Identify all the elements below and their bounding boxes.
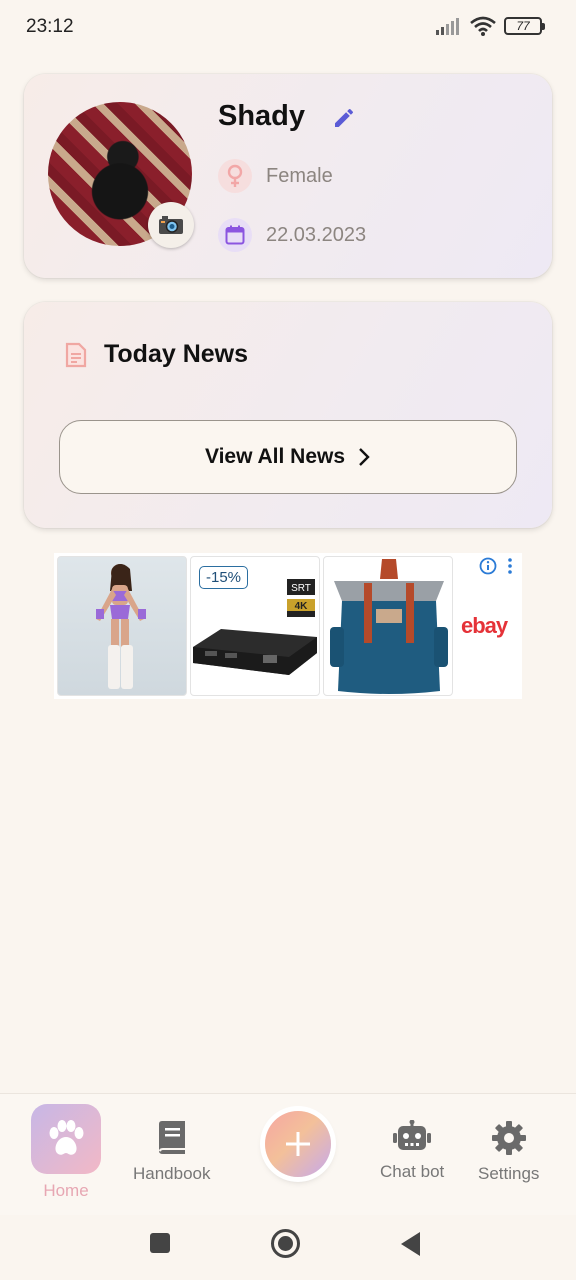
gear-icon [491,1121,526,1155]
pet-profile-card[interactable]: Shady Female 22.03.2023 [24,74,552,278]
ad-info-icon[interactable] [479,557,519,577]
product-label-srt: SRT [291,583,311,594]
female-icon [218,159,252,193]
battery-level: 77 [516,19,530,33]
nav-handbook-label: Handbook [133,1164,211,1183]
ad-product-hdmi-switch[interactable]: -15% SRT 4K [190,556,320,696]
ad-banner[interactable]: -15% SRT 4K ebay [54,553,522,699]
paw-icon [49,1120,84,1155]
gender-text: Female [266,164,333,187]
robot-icon [393,1120,432,1150]
nav-chatbot-label: Chat bot [380,1162,445,1181]
status-time: 23:12 [26,16,74,37]
battery-icon: 77 [504,17,545,35]
nav-chatbot[interactable]: Chat bot [380,1120,444,1182]
view-all-news-button[interactable]: View All News [59,420,517,494]
home-tile[interactable] [31,1104,101,1174]
nav-home[interactable]: Home [31,1104,101,1201]
home-system-button[interactable] [271,1229,300,1258]
signal-icon [436,18,459,35]
nav-home-label: Home [43,1181,89,1200]
system-navigation-bar [0,1215,576,1280]
today-news-card: Today News View All News [24,302,552,528]
backpack-image [330,559,448,694]
add-button[interactable] [265,1111,331,1177]
edit-icon[interactable] [332,106,356,135]
discount-badge: -15% [199,566,249,589]
ad-product-action-figure[interactable] [57,556,187,696]
gender-row: Female [218,159,333,193]
back-button[interactable] [401,1232,420,1256]
book-icon [158,1121,185,1154]
birthdate-row: 22.03.2023 [218,218,366,252]
chevron-right-icon [359,448,370,466]
plus-icon [286,1132,310,1156]
status-bar: 23:12 77 [0,0,576,56]
bottom-navigation: Home Handbook Chat bot Settings [0,1093,576,1215]
document-icon [65,342,87,367]
camera-icon [159,216,183,234]
status-icons: 77 [436,16,545,36]
recent-apps-button[interactable] [150,1233,170,1253]
product-label-4k: 4K [295,601,309,612]
ad-product-backpack[interactable] [323,556,453,696]
news-title: Today News [104,340,249,368]
view-all-news-label: View All News [204,445,346,468]
ebay-logo-text: ebay [461,613,508,638]
action-figure-image [96,564,146,689]
nav-settings-label: Settings [478,1164,540,1183]
pet-name: Shady [218,100,306,132]
calendar-icon [218,218,252,252]
birthdate-text: 22.03.2023 [266,223,367,246]
nav-settings[interactable]: Settings [478,1120,539,1184]
nav-handbook[interactable]: Handbook [133,1120,211,1184]
news-header: Today News [62,340,248,369]
ebay-logo[interactable]: ebay [461,613,508,639]
camera-button[interactable] [148,202,194,248]
wifi-icon [470,16,496,36]
